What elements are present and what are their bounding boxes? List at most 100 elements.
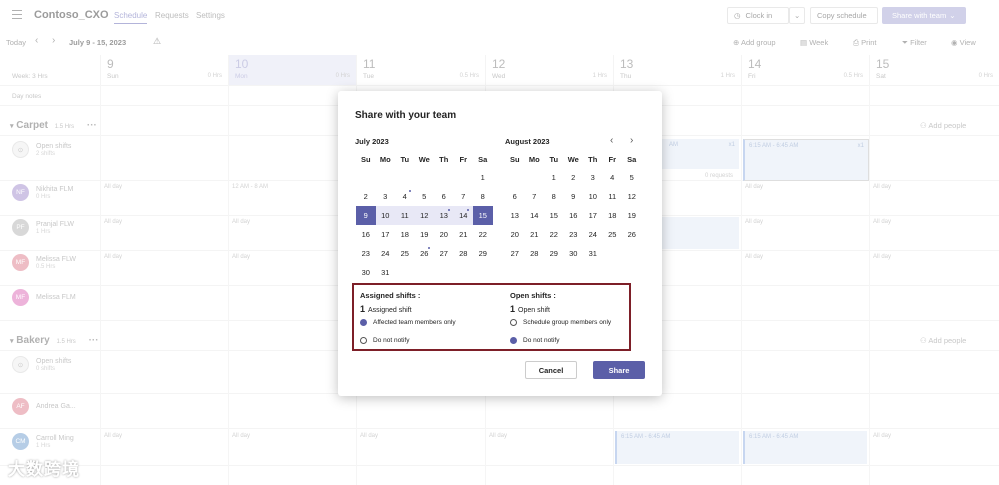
radio-label: Do not notify — [373, 337, 410, 344]
calendar-day[interactable]: 12 — [414, 206, 434, 225]
calendar-day[interactable]: 12 — [622, 187, 642, 206]
calendar-day[interactable]: 31 — [376, 263, 396, 282]
calendar-day[interactable]: 21 — [454, 225, 474, 244]
calendar-day[interactable]: 25 — [603, 225, 623, 244]
open-shifts-count: 1 Open shift — [510, 304, 550, 314]
notification-options-box: Assigned shifts : 1 Assigned shift Open s… — [352, 283, 631, 351]
share-dialog: Share with your team July 2023 August 20… — [338, 91, 662, 396]
calendar-day[interactable]: 16 — [356, 225, 376, 244]
calendar-day[interactable]: 1 — [544, 168, 564, 187]
calendar-day[interactable]: 29 — [473, 244, 493, 263]
calendar-day[interactable]: 22 — [544, 225, 564, 244]
dialog-title: Share with your team — [355, 110, 457, 121]
weekday-header: We — [418, 155, 430, 164]
calendar-day[interactable]: 14 — [525, 206, 545, 225]
calendar-day[interactable]: 10 — [583, 187, 603, 206]
radio-selected-icon — [510, 337, 517, 344]
calendar-day[interactable]: 2 — [356, 187, 376, 206]
calendar-day[interactable]: 30 — [564, 244, 584, 263]
calendar-day[interactable]: 24 — [376, 244, 396, 263]
calendar-day[interactable]: 26 — [622, 225, 642, 244]
calendar-day[interactable]: 5 — [622, 168, 642, 187]
calendar-day[interactable]: 28 — [454, 244, 474, 263]
calendar-day[interactable]: 8 — [473, 187, 493, 206]
calendar-day[interactable]: 31 — [583, 244, 603, 263]
assigned-shifts-title: Assigned shifts : — [360, 291, 421, 300]
chevron-left-icon[interactable]: ‹ — [610, 135, 613, 146]
radio-assigned-do-not-notify[interactable]: Do not notify — [360, 337, 410, 344]
weekday-header: We — [567, 155, 579, 164]
calendar-day[interactable]: 9 — [356, 206, 376, 225]
calendar-day[interactable]: 6 — [505, 187, 525, 206]
weekday-header: Tu — [400, 155, 410, 164]
calendar-day[interactable]: 19 — [622, 206, 642, 225]
calendar-day[interactable]: 16 — [564, 206, 584, 225]
calendar-day[interactable]: 25 — [395, 244, 415, 263]
calendar-empty-cell — [376, 168, 396, 187]
calendar-day[interactable]: 17 — [376, 225, 396, 244]
calendar-day[interactable]: 11 — [395, 206, 415, 225]
calendar-day[interactable]: 30 — [356, 263, 376, 282]
calendar-day[interactable]: 29 — [544, 244, 564, 263]
cancel-button[interactable]: Cancel — [525, 361, 577, 379]
calendar-day[interactable]: 26 — [415, 244, 435, 263]
weekday-header: Fr — [608, 155, 617, 164]
calendar-day[interactable]: 15 — [473, 206, 493, 225]
calendar-day[interactable]: 13 — [505, 206, 525, 225]
radio-label: Schedule group members only — [523, 319, 612, 326]
radio-label: Do not notify — [523, 337, 560, 344]
calendar-day[interactable]: 5 — [415, 187, 435, 206]
weekday-header: Mo — [379, 155, 391, 164]
calendar-day[interactable]: 28 — [525, 244, 545, 263]
calendar-day[interactable]: 14 — [453, 206, 473, 225]
calendar-day[interactable]: 8 — [544, 187, 564, 206]
calendar-day[interactable]: 1 — [473, 168, 493, 187]
calendar-day[interactable]: 3 — [376, 187, 396, 206]
calendar-empty-cell — [415, 168, 435, 187]
calendar-day[interactable]: 7 — [525, 187, 545, 206]
calendar-day[interactable]: 4 — [395, 187, 415, 206]
calendar-day[interactable]: 18 — [395, 225, 415, 244]
calendar-empty-cell — [505, 168, 525, 187]
calendar-day[interactable]: 19 — [415, 225, 435, 244]
radio-unselected-icon — [360, 337, 367, 344]
weekday-header: Sa — [627, 155, 637, 164]
open-count: 1 — [510, 304, 516, 314]
calendar-day[interactable]: 3 — [583, 168, 603, 187]
watermark-logo: 大数跨境 — [8, 460, 80, 479]
calendar-day[interactable]: 18 — [603, 206, 623, 225]
chevron-right-icon[interactable]: › — [630, 135, 633, 146]
calendar-day[interactable]: 27 — [434, 244, 454, 263]
calendar-day[interactable]: 10 — [375, 206, 395, 225]
weekday-header: Th — [588, 155, 598, 164]
calendar-day[interactable]: 15 — [544, 206, 564, 225]
calendar-july: Su Mo Tu We Th Fr Sa 1 2 3 4 5 6 7 8 9 10 11 12 13 14 15 16 17 1… — [356, 155, 493, 282]
calendar-day[interactable]: 4 — [603, 168, 623, 187]
calendar-day[interactable]: 22 — [473, 225, 493, 244]
radio-open-do-not-notify[interactable]: Do not notify — [510, 337, 560, 344]
radio-schedule-group-members[interactable]: Schedule group members only — [510, 319, 611, 326]
calendar-empty-cell — [525, 168, 545, 187]
calendar-day[interactable]: 17 — [583, 206, 603, 225]
calendar-day[interactable]: 24 — [583, 225, 603, 244]
calendar-day[interactable]: 21 — [525, 225, 545, 244]
calendar-day[interactable]: 23 — [356, 244, 376, 263]
month-title-july: July 2023 — [355, 137, 389, 146]
calendar-day[interactable]: 9 — [564, 187, 584, 206]
calendar-day[interactable]: 7 — [454, 187, 474, 206]
calendar-day[interactable]: 23 — [564, 225, 584, 244]
calendar-day[interactable]: 2 — [564, 168, 584, 187]
calendar-day[interactable]: 20 — [434, 225, 454, 244]
share-button[interactable]: Share — [593, 361, 645, 379]
calendar-day[interactable]: 11 — [603, 187, 623, 206]
radio-label: Affected team members only — [373, 319, 456, 326]
calendar-empty-cell — [454, 168, 474, 187]
radio-affected-members[interactable]: Affected team members only — [360, 319, 456, 326]
calendar-day[interactable]: 13 — [434, 206, 454, 225]
assigned-count: 1 — [360, 304, 366, 314]
weekday-header: Fr — [459, 155, 468, 164]
calendar-day[interactable]: 6 — [434, 187, 454, 206]
calendar-day[interactable]: 20 — [505, 225, 525, 244]
calendar-day[interactable]: 27 — [505, 244, 525, 263]
weekday-header: Mo — [528, 155, 540, 164]
